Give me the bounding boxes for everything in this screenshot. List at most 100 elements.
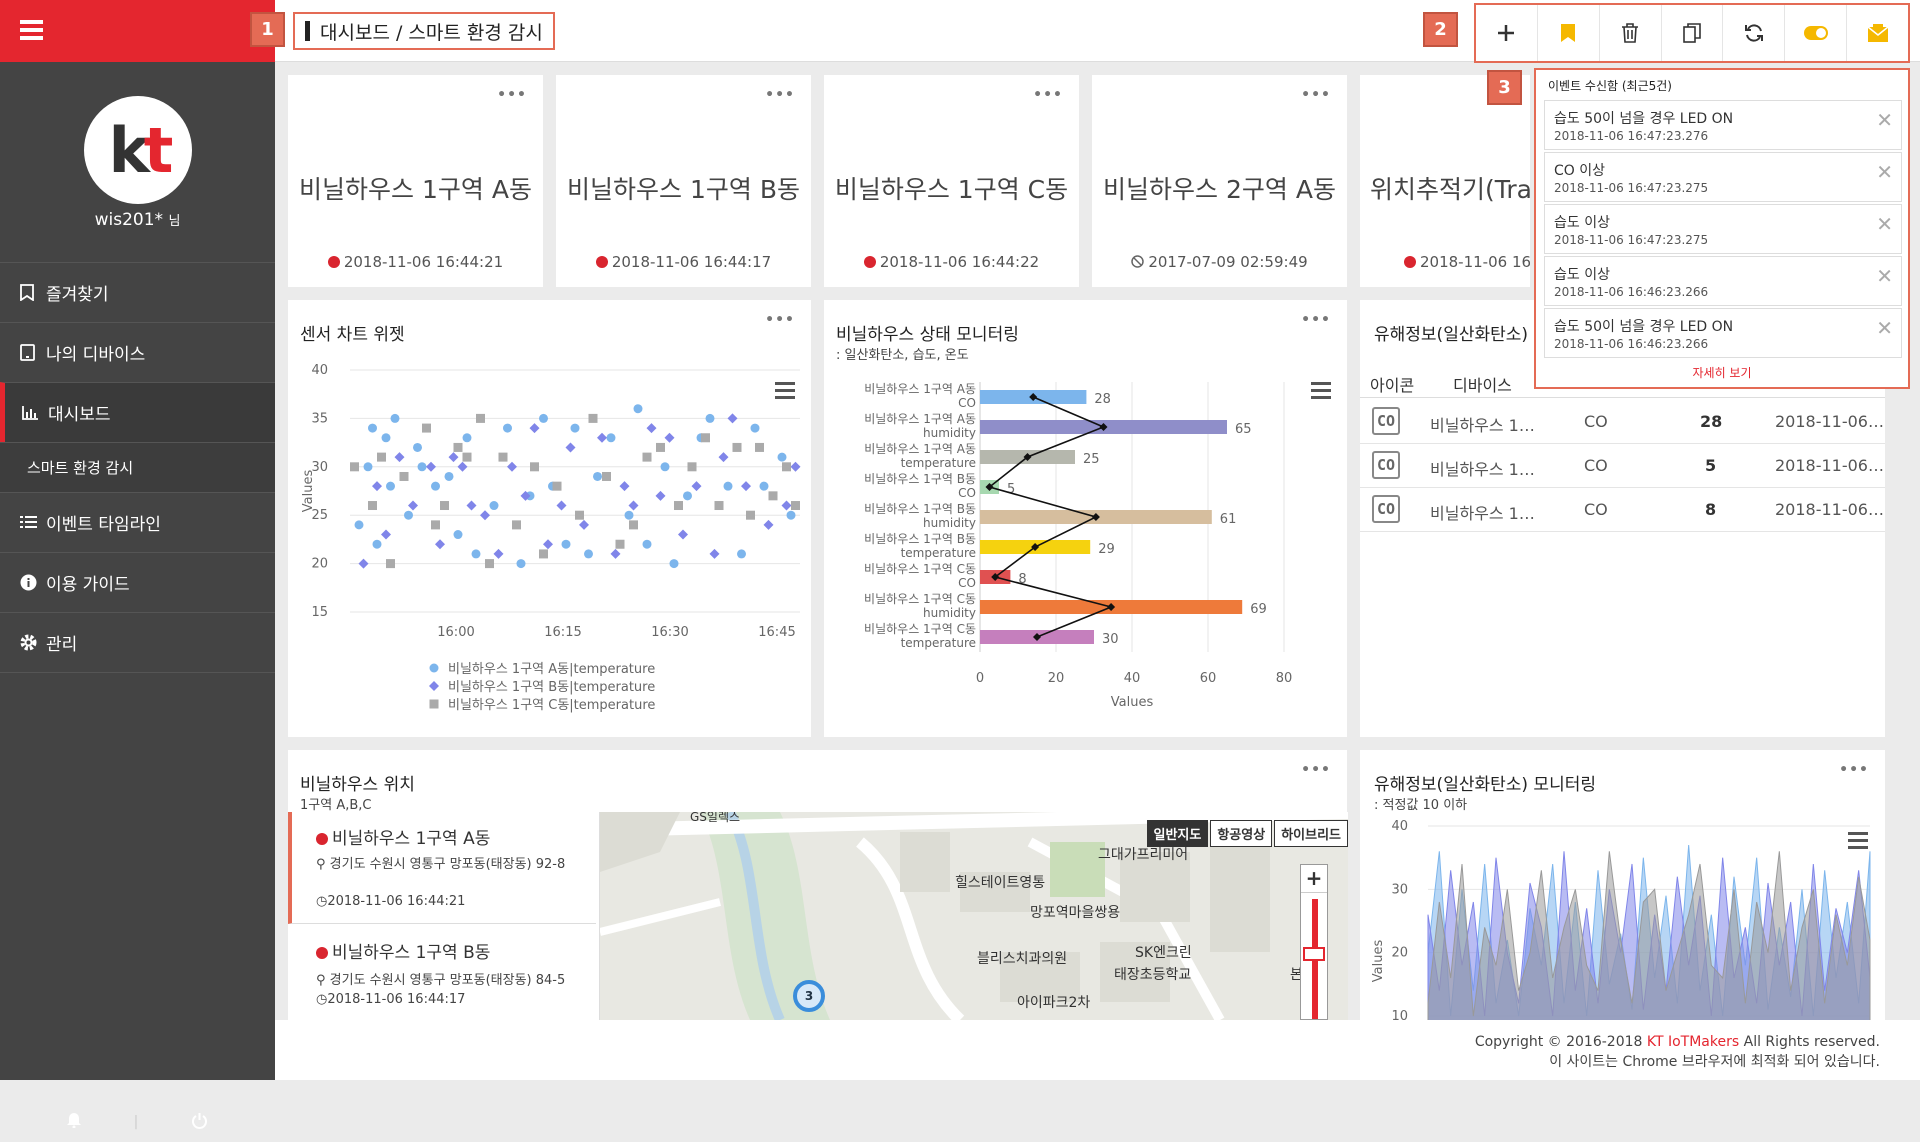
more-options-icon[interactable]: •••: [1301, 87, 1331, 103]
device-card[interactable]: ••• 비닐하우스 1구역 B동 2018-11-06 16:44:17: [556, 75, 811, 287]
close-icon[interactable]: ✕: [1876, 160, 1893, 184]
event-text: 습도 이상: [1554, 215, 1610, 231]
bar-category-label: CO: [958, 486, 976, 500]
cell-device: 비닐하우스 1…: [1430, 504, 1535, 523]
location-name: 비닐하우스 1구역 B동: [316, 938, 490, 963]
status-dot-icon: [327, 256, 340, 268]
map-view[interactable]: GS일렉스 그대가프리미어 힐스테이트영통 망포역마을쌍용 블리스치과의원 SK…: [600, 812, 1348, 1020]
sidebar-item-dashboard[interactable]: 대시보드: [0, 382, 275, 442]
toggle-icon: [1803, 26, 1828, 40]
more-options-icon[interactable]: •••: [1301, 762, 1331, 778]
event-inbox-button[interactable]: [1847, 5, 1908, 61]
sidebar-item-admin[interactable]: 관리: [0, 612, 275, 672]
device-time-text: 2018-11-06 16:44:17: [611, 253, 772, 271]
close-icon[interactable]: ✕: [1876, 212, 1893, 236]
y-tick-label: 30: [1391, 882, 1408, 897]
scatter-chart: 403530252015Values16:00 16:15 16:30 16:45비닐…: [301, 363, 801, 713]
device-card[interactable]: ••• 비닐하우스 1구역 A동 2018-11-06 16:44:21: [288, 75, 543, 287]
bar-chart-icon: [22, 405, 42, 420]
refresh-button[interactable]: [1723, 5, 1786, 61]
map-type-satellite-button[interactable]: 항공영상: [1210, 820, 1273, 847]
map-label: 아이파크2차: [1017, 995, 1091, 1011]
footer-separator: |: [133, 1114, 139, 1130]
bar-category-label: 비닐하우스 1구역 B동: [864, 472, 976, 486]
scatter-point: [552, 481, 562, 491]
sidebar-item-label: 이용 가이드: [46, 575, 130, 595]
map-label: 힐스테이트영통: [955, 875, 1046, 891]
bar-value-label: 29: [1098, 542, 1115, 557]
view-more-link[interactable]: 자세히 보기: [1536, 364, 1908, 381]
y-axis-label: Values: [301, 470, 316, 513]
event-item[interactable]: 습도 이상 2018-11-06 16:46:23.266 ✕: [1544, 256, 1902, 306]
sidebar-item-guide[interactable]: 이용 가이드: [0, 552, 275, 612]
scatter-point: [565, 442, 576, 453]
scatter-point: [457, 461, 468, 472]
power-icon[interactable]: [191, 1112, 208, 1133]
sidebar-item-my-devices[interactable]: 나의 디바이스: [0, 322, 275, 382]
table-row[interactable]: CO 비닐하우스 1… CO 28 2018-11-06…: [1360, 400, 1885, 444]
more-options-icon[interactable]: •••: [765, 87, 795, 103]
page-footer: Copyright © 2016-2018 KT IoTMakers All R…: [275, 1020, 1920, 1080]
scatter-point: [593, 471, 602, 481]
event-item[interactable]: 습도 50이 넘을 경우 LED ON 2018-11-06 16:46:23.2…: [1544, 308, 1902, 358]
location-item[interactable]: 비닐하우스 1구역 B동 ⚲ 경기도 수원시 영통구 망포동(태장동) 84-5…: [288, 926, 596, 1020]
bar-value-label: 30: [1102, 632, 1119, 647]
annotation-marker-3: 3: [1487, 70, 1522, 105]
breadcrumb: 대시보드 / 스마트 환경 감시: [293, 12, 555, 50]
zoom-in-button[interactable]: +: [1301, 865, 1327, 893]
x-tick-label: 16:00: [437, 625, 474, 640]
event-panel-title: 이벤트 수신함 (최근5건): [1548, 79, 1672, 93]
device-card[interactable]: 위치추적기(Trac 2018-11-06 16:: [1360, 75, 1530, 287]
sidebar-subitem-smart-env[interactable]: 스마트 환경 감시: [0, 442, 275, 492]
event-item[interactable]: 습도 이상 2018-11-06 16:47:23.275 ✕: [1544, 204, 1902, 254]
event-item[interactable]: 습도 50이 넘을 경우 LED ON 2018-11-06 16:47:23.2…: [1544, 100, 1902, 150]
scatter-point: [750, 423, 760, 433]
harmful-monitor-widget: 유해정보(일산화탄소) 모니터링 : 적정값 10 이하 ••• 40 30 20 1…: [1360, 750, 1885, 1020]
close-icon[interactable]: ✕: [1876, 108, 1893, 132]
map-cluster-marker[interactable]: 3: [793, 980, 825, 1012]
auto-refresh-toggle[interactable]: [1785, 5, 1848, 61]
map-type-hybrid-button[interactable]: 하이브리드: [1274, 820, 1348, 847]
event-item[interactable]: CO 이상 2018-11-06 16:47:23.275 ✕: [1544, 152, 1902, 202]
favorite-button[interactable]: [1538, 5, 1600, 61]
cell-type: CO: [1584, 412, 1608, 431]
cell-time: 2018-11-06…: [1775, 412, 1884, 431]
user-name[interactable]: wis201* 님: [0, 210, 275, 230]
location-item[interactable]: 비닐하우스 1구역 A동 ⚲ 경기도 수원시 영통구 망포동(태장동) 92-8…: [288, 812, 596, 924]
scatter-point: [615, 539, 625, 549]
scatter-point: [727, 413, 738, 424]
scatter-point: [368, 501, 377, 511]
bell-icon[interactable]: [66, 1112, 81, 1132]
menu-toggle-button[interactable]: [0, 0, 275, 62]
map-type-normal-button[interactable]: 일반지도: [1146, 820, 1209, 847]
scatter-point: [350, 462, 359, 472]
hamburger-icon: [20, 20, 43, 24]
scatter-point: [701, 433, 710, 443]
more-options-icon[interactable]: •••: [1033, 87, 1063, 103]
sidebar-item-event-timeline[interactable]: 이벤트 타임라인: [0, 492, 275, 552]
scatter-point: [777, 452, 787, 462]
device-card[interactable]: ••• 비닐하우스 2구역 A동 2017-07-09 02:59:49: [1092, 75, 1347, 287]
brand-link[interactable]: KT IoTMakers: [1647, 1034, 1739, 1050]
device-time-text: 2017-07-09 02:59:49: [1148, 253, 1308, 271]
scatter-point: [628, 500, 639, 511]
more-options-icon[interactable]: •••: [497, 87, 527, 103]
y-tick-label: 35: [311, 411, 328, 426]
bar-category-label: temperature: [901, 456, 976, 470]
scatter-point: [539, 413, 548, 423]
close-icon[interactable]: ✕: [1876, 316, 1893, 340]
delete-button[interactable]: [1600, 5, 1662, 61]
scatter-point: [413, 442, 422, 452]
table-row[interactable]: CO 비닐하우스 1… CO 8 2018-11-06…: [1360, 488, 1885, 532]
toolbar: [1474, 3, 1910, 63]
close-icon[interactable]: ✕: [1876, 264, 1893, 288]
sidebar-item-favorites[interactable]: 즐겨찾기: [0, 262, 275, 322]
add-widget-button[interactable]: [1476, 5, 1538, 61]
device-card[interactable]: ••• 비닐하우스 1구역 C동 2018-11-06 16:44:22: [824, 75, 1079, 287]
zoom-slider-handle[interactable]: [1303, 947, 1325, 961]
table-row[interactable]: CO 비닐하우스 1… CO 5 2018-11-06…: [1360, 444, 1885, 488]
scatter-point: [363, 462, 373, 472]
widget-title: 비닐하우스 위치: [300, 775, 415, 795]
copy-button[interactable]: [1662, 5, 1724, 61]
kt-logo: kt: [84, 96, 192, 204]
